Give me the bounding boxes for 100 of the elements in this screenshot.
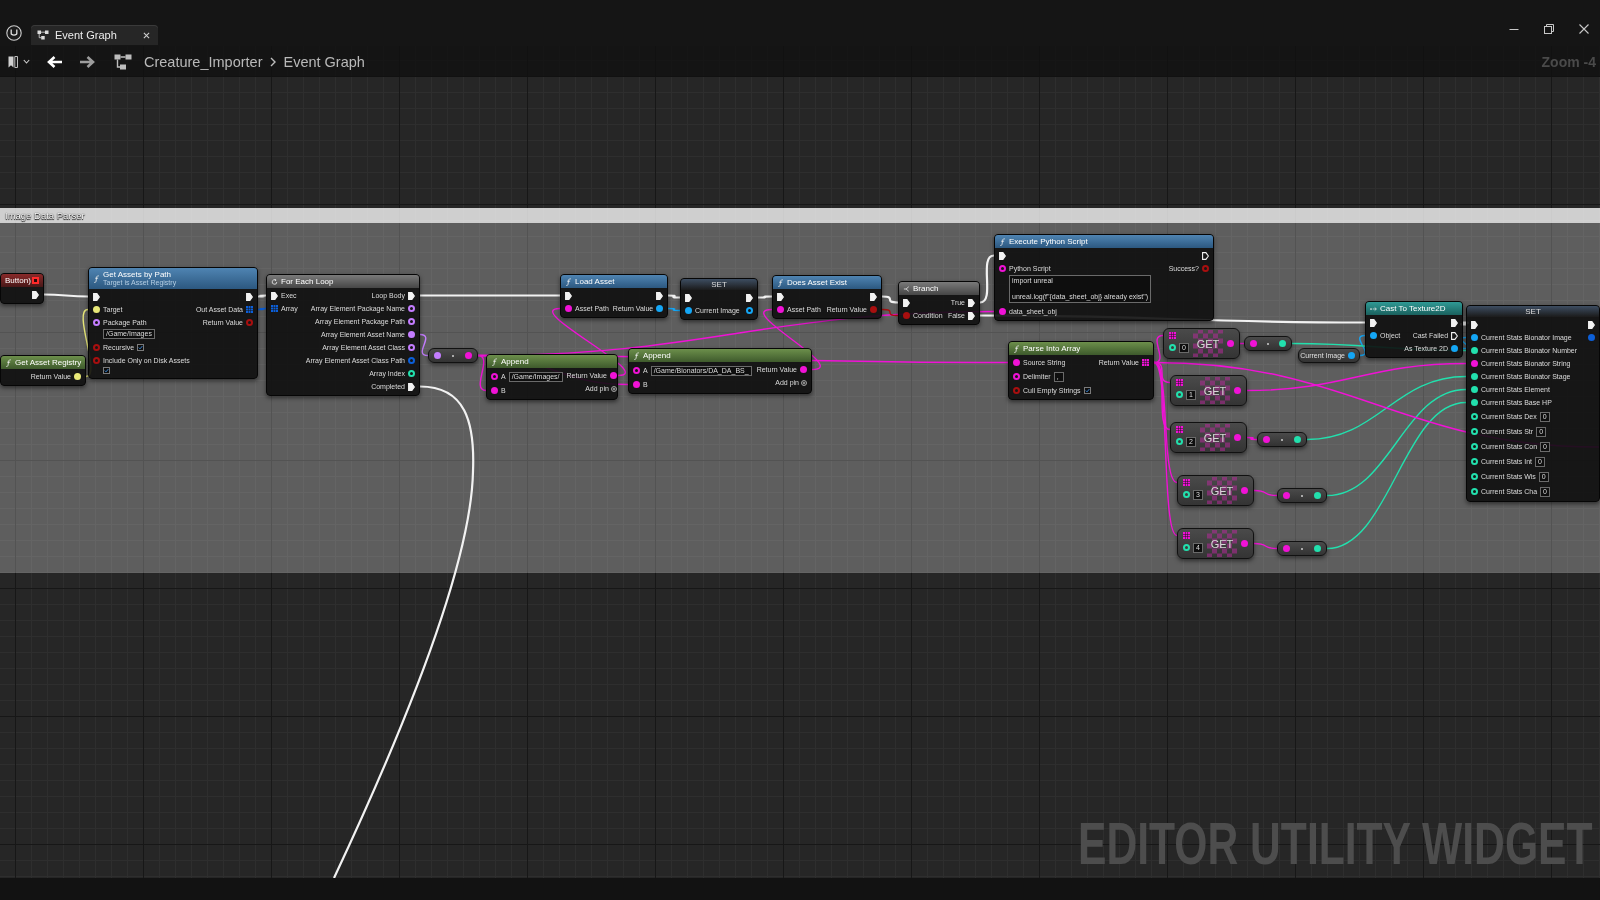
- event-node[interactable]: Button): [0, 273, 44, 304]
- node-title: Execute Python Script: [1009, 237, 1089, 246]
- pin-icon[interactable]: [408, 318, 415, 325]
- arrow-left-icon: [47, 55, 63, 68]
- checkbox[interactable]: [1083, 387, 1091, 394]
- pin-icon[interactable]: [74, 373, 81, 380]
- array-pin-icon[interactable]: [1176, 426, 1183, 433]
- pin-icon[interactable]: [1471, 334, 1478, 341]
- node-title: Parse Into Array: [1023, 344, 1082, 353]
- pin-icon[interactable]: [1451, 345, 1459, 352]
- array-pin-icon[interactable]: [1176, 379, 1183, 386]
- graph-icon: [37, 30, 49, 40]
- array-pin-icon[interactable]: [246, 306, 253, 313]
- node-title: Does Asset Exist: [787, 278, 849, 287]
- node-title: GET: [1207, 530, 1237, 557]
- set-variable-node[interactable]: [1466, 305, 1600, 502]
- loop-icon: [271, 277, 278, 286]
- exec-pin-icon[interactable]: [999, 251, 1006, 260]
- conversion-node[interactable]: [1244, 336, 1292, 351]
- close-icon[interactable]: [1578, 23, 1590, 35]
- exec-wire: [979, 254, 995, 304]
- pin-icon[interactable]: [93, 319, 100, 326]
- pin-icon[interactable]: [408, 331, 415, 338]
- pin-icon[interactable]: [1294, 436, 1301, 443]
- exec-pin-icon[interactable]: [408, 382, 415, 391]
- pin-icon[interactable]: [746, 307, 753, 314]
- array-pin-icon[interactable]: [1169, 332, 1176, 339]
- exec-pin-icon[interactable]: [777, 292, 784, 301]
- exec-pin-icon[interactable]: [93, 292, 100, 301]
- array-pin-icon[interactable]: [1142, 359, 1149, 366]
- close-icon[interactable]: [143, 31, 150, 39]
- pin-icon[interactable]: [1471, 386, 1478, 393]
- exec-pin-icon[interactable]: [565, 291, 572, 300]
- exec-pin-icon[interactable]: [1202, 251, 1209, 260]
- node-title: Cast To Texture2D: [1380, 304, 1447, 313]
- exec-wire: [881, 295, 899, 304]
- pin-icon[interactable]: [1471, 373, 1478, 380]
- data-wire: [1253, 542, 1278, 550]
- checkbox[interactable]: [137, 344, 145, 351]
- pin-icon[interactable]: [1471, 399, 1478, 406]
- pin-icon[interactable]: [1279, 340, 1286, 347]
- data-wire: [1253, 489, 1278, 497]
- node-title: GET: [1207, 477, 1237, 504]
- comment-title: Image Data Parser: [5, 210, 85, 221]
- exec-pin-icon[interactable]: [685, 293, 692, 302]
- node-title: Get Assets by Path: [103, 270, 173, 279]
- checkmark-icon: [138, 345, 144, 350]
- exec-pin-icon[interactable]: [1588, 320, 1595, 329]
- array-pin-icon[interactable]: [271, 305, 278, 312]
- plus-circle-icon: [801, 379, 807, 386]
- chevron-right-icon: [270, 56, 277, 67]
- function-icon: [93, 274, 100, 283]
- pin-icon[interactable]: [408, 344, 415, 351]
- plus-circle-icon: [610, 385, 617, 392]
- restore-icon[interactable]: [1543, 23, 1555, 35]
- exec-pin-icon[interactable]: [1451, 331, 1459, 340]
- pin-icon[interactable]: [1471, 347, 1478, 354]
- exec-pin-icon[interactable]: [746, 293, 753, 302]
- pin-icon[interactable]: [1314, 545, 1321, 552]
- conversion-node[interactable]: [1257, 432, 1307, 447]
- breadcrumb-item[interactable]: Event Graph: [283, 53, 365, 70]
- bookmark-icon: [8, 55, 18, 68]
- exec-pin-icon[interactable]: [271, 291, 278, 300]
- conversion-node[interactable]: [1277, 488, 1327, 503]
- exec-pin-icon[interactable]: [903, 298, 910, 307]
- node-title: For Each Loop: [281, 277, 335, 286]
- exec-wire: [668, 294, 680, 299]
- delegate-pin-icon[interactable]: [32, 277, 39, 284]
- exec-pin-icon[interactable]: [1471, 320, 1478, 329]
- exec-pin-icon[interactable]: [1370, 318, 1377, 327]
- checkmark-icon: [104, 368, 109, 373]
- data-wire: [419, 333, 429, 357]
- pin-icon[interactable]: [408, 305, 415, 312]
- conversion-node[interactable]: [1277, 541, 1327, 556]
- tab[interactable]: Event Graph: [31, 25, 158, 45]
- function-icon: [5, 358, 12, 367]
- exec-pin-icon[interactable]: [968, 298, 975, 307]
- exec-pin-icon[interactable]: [656, 291, 664, 300]
- array-pin-icon[interactable]: [1183, 532, 1190, 539]
- exec-pin-icon[interactable]: [32, 290, 39, 299]
- function-icon: [491, 357, 498, 366]
- pin-icon[interactable]: [1370, 332, 1377, 339]
- exec-pin-icon[interactable]: [408, 291, 415, 300]
- checkbox[interactable]: [103, 367, 110, 374]
- pin-icon[interactable]: [656, 305, 664, 312]
- exec-pin-icon[interactable]: [246, 292, 253, 301]
- exec-pin-icon[interactable]: [968, 311, 975, 320]
- pin-icon[interactable]: [1314, 492, 1321, 499]
- breadcrumb-item[interactable]: Creature_Importer: [144, 53, 263, 70]
- node-title: GET: [1200, 424, 1230, 451]
- exec-wire: [758, 295, 772, 299]
- node-title: SET: [711, 280, 727, 289]
- node-title: Append: [643, 351, 672, 360]
- array-pin-icon[interactable]: [1183, 479, 1190, 486]
- logo-icon: [6, 25, 22, 41]
- node-title: Get Asset Registry: [15, 358, 81, 367]
- exec-pin-icon[interactable]: [870, 292, 877, 301]
- pin-icon[interactable]: [685, 307, 692, 314]
- exec-pin-icon[interactable]: [1451, 318, 1459, 327]
- pin-icon[interactable]: [93, 306, 100, 313]
